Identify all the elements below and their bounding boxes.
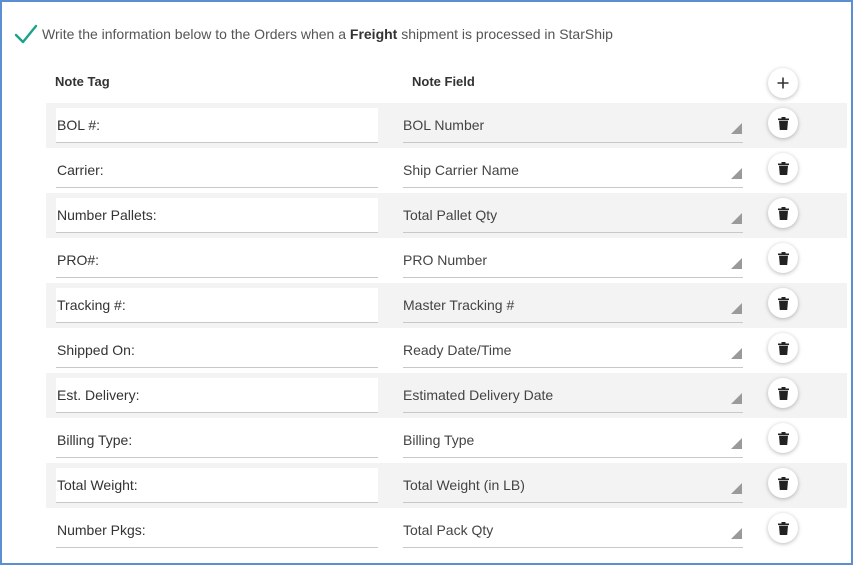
note-tag-input[interactable]: PRO#: (56, 243, 378, 278)
note-tag-input[interactable]: Billing Type: (56, 423, 378, 458)
info-text-suffix: shipment is processed in StarShip (397, 26, 613, 42)
note-field-select[interactable]: Estimated Delivery Date (403, 378, 743, 413)
table-row: Number Pallets: Total Pallet Qty (46, 193, 847, 238)
trash-icon (777, 431, 789, 445)
table-row: Est. Delivery: Estimated Delivery Date (46, 373, 847, 418)
column-header-note-field: Note Field (412, 74, 475, 89)
trash-icon (777, 251, 789, 265)
delete-row-button[interactable] (768, 108, 798, 138)
delete-row-button[interactable] (768, 288, 798, 318)
checkmark-icon (14, 24, 38, 44)
note-tag-input[interactable]: Number Pkgs: (56, 513, 378, 548)
dropdown-caret-icon (731, 168, 742, 179)
note-field-select[interactable]: Master Tracking # (403, 288, 743, 323)
dropdown-caret-icon (731, 438, 742, 449)
table-row: PRO#: PRO Number (46, 238, 847, 283)
settings-panel: Write the information below to the Order… (0, 0, 853, 565)
plus-icon (777, 77, 789, 89)
note-field-select[interactable]: Total Weight (in LB) (403, 468, 743, 503)
note-field-select[interactable]: Ship Carrier Name (403, 153, 743, 188)
note-field-value: Total Pack Qty (403, 522, 494, 538)
column-header-note-tag: Note Tag (55, 74, 110, 89)
delete-row-button[interactable] (768, 468, 798, 498)
dropdown-caret-icon (731, 393, 742, 404)
info-header: Write the information below to the Order… (14, 22, 613, 46)
trash-icon (777, 341, 789, 355)
note-field-value: Total Pallet Qty (403, 207, 498, 223)
table-row: Total Weight: Total Weight (in LB) (46, 463, 847, 508)
info-text-prefix: Write the information below to the Order… (42, 26, 350, 42)
note-tag-input[interactable]: Tracking #: (56, 288, 378, 323)
note-field-select[interactable]: PRO Number (403, 243, 743, 278)
note-tag-input[interactable]: Shipped On: (56, 333, 378, 368)
note-tag-input[interactable]: Est. Delivery: (56, 378, 378, 413)
note-field-value: Master Tracking # (403, 297, 515, 313)
trash-icon (777, 116, 789, 130)
info-text-bold: Freight (349, 26, 398, 42)
note-field-select[interactable]: Total Pack Qty (403, 513, 743, 548)
note-tag-input[interactable]: Number Pallets: (56, 198, 378, 233)
dropdown-caret-icon (731, 213, 742, 224)
note-mapping-list: BOL #: BOL Number Carrier: Ship Carrier Nam… (46, 103, 847, 553)
delete-row-button[interactable] (768, 243, 798, 273)
delete-row-button[interactable] (768, 333, 798, 363)
note-field-select[interactable]: Ready Date/Time (403, 333, 743, 368)
dropdown-caret-icon (731, 258, 742, 269)
trash-icon (777, 386, 789, 400)
note-field-select[interactable]: Total Pallet Qty (403, 198, 743, 233)
note-tag-input[interactable]: BOL #: (56, 108, 378, 143)
note-field-value: Ship Carrier Name (403, 162, 519, 178)
add-row-button[interactable] (768, 68, 798, 98)
trash-icon (777, 161, 789, 175)
dropdown-caret-icon (731, 123, 742, 134)
note-field-select[interactable]: Billing Type (403, 423, 743, 458)
table-row: Number Pkgs: Total Pack Qty (46, 508, 847, 553)
delete-row-button[interactable] (768, 198, 798, 228)
table-row: Tracking #: Master Tracking # (46, 283, 847, 328)
note-field-value: Billing Type (403, 432, 475, 448)
dropdown-caret-icon (731, 348, 742, 359)
note-field-select[interactable]: BOL Number (403, 108, 743, 143)
table-row: Carrier: Ship Carrier Name (46, 148, 847, 193)
trash-icon (777, 476, 789, 490)
table-row: BOL #: BOL Number (46, 103, 847, 148)
delete-row-button[interactable] (768, 423, 798, 453)
note-field-value: BOL Number (403, 117, 485, 133)
dropdown-caret-icon (731, 483, 742, 494)
trash-icon (777, 521, 789, 535)
delete-row-button[interactable] (768, 153, 798, 183)
note-field-value: Estimated Delivery Date (403, 387, 554, 403)
note-field-value: Total Weight (in LB) (403, 477, 525, 493)
note-field-value: PRO Number (403, 252, 488, 268)
note-field-value: Ready Date/Time (403, 342, 512, 358)
dropdown-caret-icon (731, 528, 742, 539)
delete-row-button[interactable] (768, 513, 798, 543)
info-text: Write the information below to the Order… (42, 26, 613, 42)
table-row: Shipped On: Ready Date/Time (46, 328, 847, 373)
dropdown-caret-icon (731, 303, 742, 314)
delete-row-button[interactable] (768, 378, 798, 408)
trash-icon (777, 206, 789, 220)
table-row: Billing Type: Billing Type (46, 418, 847, 463)
note-tag-input[interactable]: Total Weight: (56, 468, 378, 503)
trash-icon (777, 296, 789, 310)
note-tag-input[interactable]: Carrier: (56, 153, 378, 188)
